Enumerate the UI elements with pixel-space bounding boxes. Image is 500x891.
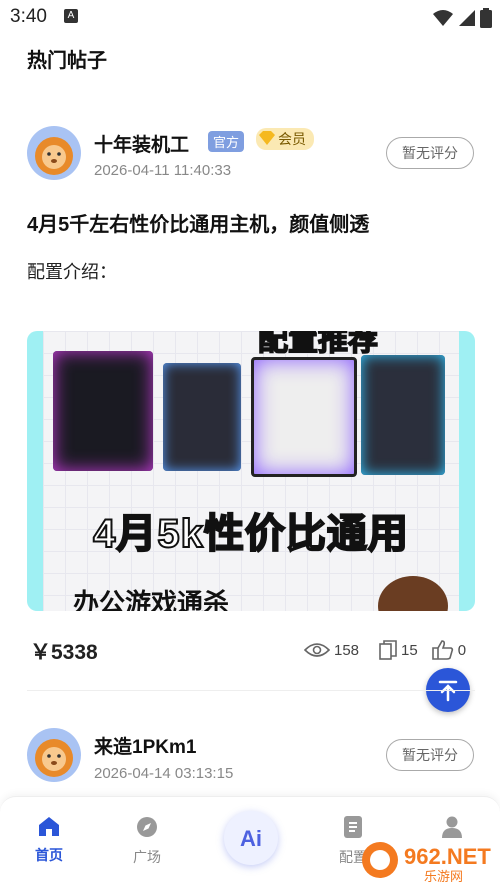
ai-assistant-button[interactable]: Ai <box>224 811 278 865</box>
section-title: 热门帖子 <box>27 50 107 72</box>
rating-button[interactable]: 暂无评分 <box>386 137 474 169</box>
lion-avatar-icon <box>35 739 73 777</box>
post-time: 2026-04-14 03:13:15 <box>94 765 234 782</box>
pc-case-2 <box>163 363 241 471</box>
diamond-icon <box>259 131 275 145</box>
likes-stat[interactable]: 0 <box>431 640 467 660</box>
thumb-up-icon <box>431 640 453 660</box>
post-stats: 158 15 0 <box>304 640 466 660</box>
cover-headline: 4月5k性价比通用 <box>92 511 409 557</box>
copy-icon <box>379 640 397 660</box>
post-cover-image[interactable]: 配置推荐 4月5k性价比通用 办公游戏通杀 <box>27 331 475 611</box>
official-badge: 官方 <box>208 131 245 152</box>
post-title[interactable]: 4月5千左右性价比通用主机，颜值侧透 <box>27 208 369 237</box>
wifi-icon <box>433 10 453 26</box>
svg-text:962.NET: 962.NET <box>404 844 491 869</box>
copies-stat[interactable]: 15 <box>379 640 418 660</box>
member-badge-label: 会员 <box>278 131 306 147</box>
cover-subtitle: 办公游戏通杀 <box>73 588 230 611</box>
cover-top-text: 配置推荐 <box>257 331 379 358</box>
post-description: 配置介绍： <box>27 262 117 282</box>
status-time: 3:40 <box>10 6 47 27</box>
notification-a-icon: A <box>64 9 78 23</box>
user-icon <box>442 816 462 838</box>
member-badge: 会员 <box>256 128 314 150</box>
avatar[interactable] <box>27 728 81 782</box>
document-icon <box>344 816 362 838</box>
svg-text:Ai: Ai <box>240 826 262 851</box>
copies-count: 15 <box>401 641 418 659</box>
compass-icon <box>137 817 157 837</box>
status-icons <box>432 8 492 28</box>
pc-case-1 <box>53 351 153 471</box>
tab-plaza-label: 广场 <box>133 849 161 865</box>
post-divider <box>27 690 475 691</box>
cover-graphic: 配置推荐 4月5k性价比通用 办公游戏通杀 <box>43 331 459 611</box>
tab-home[interactable]: 首页 <box>14 815 84 865</box>
views-stat: 158 <box>304 641 359 659</box>
ai-icon: Ai <box>240 826 262 851</box>
battery-icon <box>480 8 492 28</box>
pc-case-3 <box>251 357 357 477</box>
likes-count: 0 <box>457 641 467 659</box>
home-icon <box>39 817 59 836</box>
author-name[interactable]: 十年装机工 <box>94 130 189 157</box>
svg-text:乐游网: 乐游网 <box>424 870 463 884</box>
views-count: 158 <box>334 641 360 659</box>
signal-icon <box>459 10 475 26</box>
avatar[interactable] <box>27 126 81 180</box>
author-name[interactable]: 来造1PKm1 <box>94 732 196 759</box>
pc-case-4 <box>361 355 445 475</box>
site-watermark: 962.NET 乐游网 <box>360 838 496 885</box>
status-bar: 3:40 A <box>0 0 500 34</box>
tab-plaza[interactable]: 广场 <box>112 815 182 867</box>
post-time: 2026-04-11 11:40:33 <box>94 162 232 179</box>
mascot-graphic <box>378 576 448 611</box>
lion-avatar-icon <box>35 137 73 175</box>
eye-icon <box>304 643 330 657</box>
rating-button[interactable]: 暂无评分 <box>386 739 474 771</box>
tab-home-label: 首页 <box>35 847 63 863</box>
post-price: ￥5338 <box>30 641 98 664</box>
